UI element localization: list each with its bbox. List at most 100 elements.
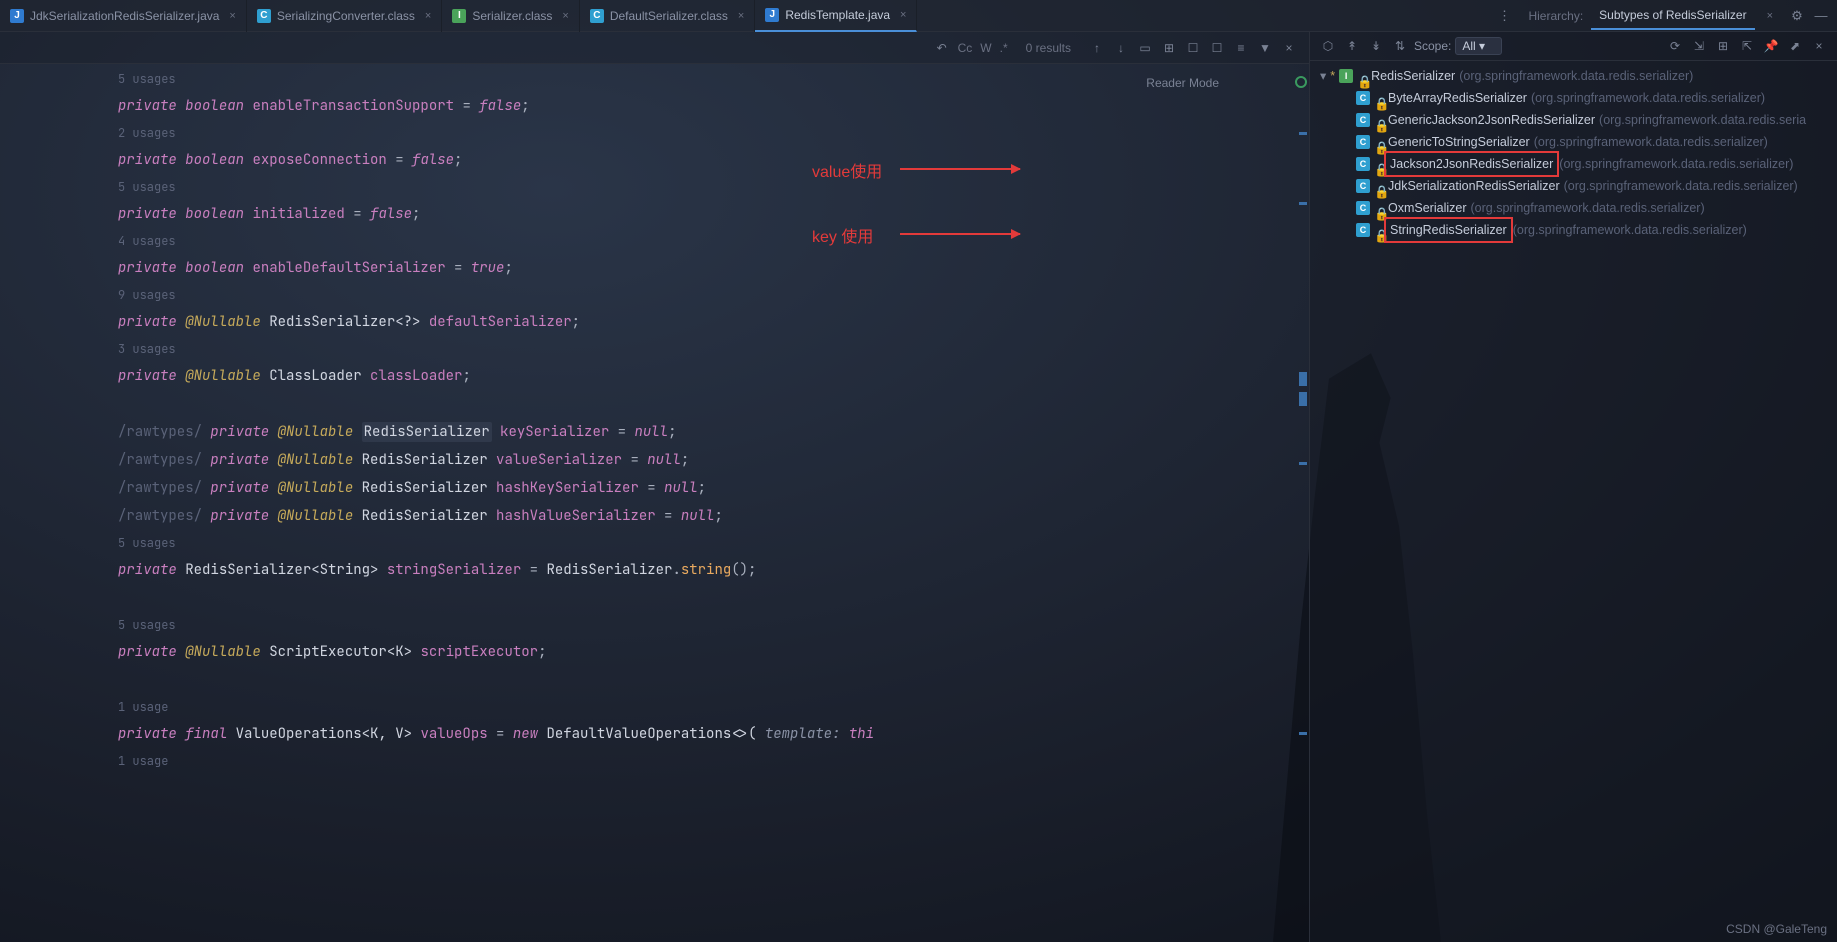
tree-node[interactable]: C🔒 JdkSerializationRedisSerializer (org.… bbox=[1316, 175, 1831, 197]
autoscroll-icon[interactable]: ⇲ bbox=[1689, 36, 1709, 56]
close-icon[interactable]: × bbox=[425, 10, 431, 22]
next-match-icon[interactable]: ↓ bbox=[1113, 40, 1129, 56]
usage-hint: 5 usages bbox=[48, 174, 1309, 200]
lock-icon: 🔒 bbox=[1374, 137, 1384, 147]
usage-hint: 5 usages bbox=[48, 612, 1309, 638]
editor-pane: ↶ Cc W .* 0 results ↑ ↓ ▭ ⊞ ☐ ☐ ≡ ▼ × Re… bbox=[0, 32, 1309, 942]
close-icon[interactable]: × bbox=[1809, 36, 1829, 56]
annotation-arrow bbox=[900, 233, 1020, 235]
tree-node[interactable]: C🔒 StringRedisSerializer (org.springfram… bbox=[1316, 219, 1831, 241]
lock-icon: 🔒 bbox=[1374, 159, 1384, 169]
hierarchy-toolbar: ⬡ ↟ ↡ ⇅ Scope: All ▾ ⟳ ⇲ ⊞ ⇱ 📌 ⬈ × bbox=[1310, 32, 1837, 61]
lock-icon: 🔒 bbox=[1374, 225, 1384, 235]
class-icon: C bbox=[1356, 201, 1370, 215]
match-case-toggle[interactable]: Cc bbox=[958, 41, 973, 55]
scope-dropdown[interactable]: All ▾ bbox=[1455, 37, 1502, 55]
tab-serializer[interactable]: ISerializer.class× bbox=[442, 0, 579, 32]
undo-icon[interactable]: ↶ bbox=[934, 40, 950, 56]
usage-hint: 3 usages bbox=[48, 336, 1309, 362]
hierarchy-tree: ▾ * I 🔒 RedisSerializer (org.springframe… bbox=[1310, 61, 1837, 245]
class-icon: C bbox=[1356, 91, 1370, 105]
chevron-down-icon: ▾ bbox=[1320, 65, 1326, 87]
open-new-icon[interactable]: ⬈ bbox=[1785, 36, 1805, 56]
subtypes-icon[interactable]: ↡ bbox=[1366, 36, 1386, 56]
inspection-ok-icon bbox=[1295, 76, 1307, 88]
class-icon: C bbox=[1356, 223, 1370, 237]
class-file-icon: C bbox=[257, 9, 271, 23]
usage-hint: 9 usages bbox=[48, 282, 1309, 308]
close-find-icon[interactable]: × bbox=[1281, 40, 1297, 56]
tree-node[interactable]: C🔒 GenericJackson2JsonRedisSerializer (o… bbox=[1316, 109, 1831, 131]
tree-node[interactable]: C🔒 OxmSerializer (org.springframework.da… bbox=[1316, 197, 1831, 219]
close-icon[interactable]: × bbox=[900, 9, 906, 21]
toggle2-icon[interactable]: ☐ bbox=[1209, 40, 1225, 56]
lock-icon: 🔒 bbox=[1374, 181, 1384, 191]
interface-icon: I bbox=[1339, 69, 1353, 83]
toggle-icon[interactable]: ☐ bbox=[1185, 40, 1201, 56]
find-toolbar: ↶ Cc W .* 0 results ↑ ↓ ▭ ⊞ ☐ ☐ ≡ ▼ × bbox=[0, 32, 1309, 64]
hierarchy-prefix: Hierarchy: bbox=[1528, 9, 1583, 23]
class-hierarchy-icon[interactable]: ⬡ bbox=[1318, 36, 1338, 56]
expand-icon[interactable]: ⊞ bbox=[1713, 36, 1733, 56]
results-count: 0 results bbox=[1026, 41, 1071, 55]
interface-file-icon: I bbox=[452, 9, 466, 23]
minimize-icon[interactable]: — bbox=[1813, 8, 1829, 24]
lock-icon: 🔒 bbox=[1374, 93, 1384, 103]
tree-node[interactable]: C🔒 ByteArrayRedisSerializer (org.springf… bbox=[1316, 87, 1831, 109]
tree-node[interactable]: C🔒 GenericToStringSerializer (org.spring… bbox=[1316, 131, 1831, 153]
pin-icon[interactable]: 📌 bbox=[1761, 36, 1781, 56]
annotation-arrow bbox=[900, 168, 1020, 170]
prev-match-icon[interactable]: ↑ bbox=[1089, 40, 1105, 56]
reader-mode-badge[interactable]: Reader Mode bbox=[1146, 76, 1219, 90]
filter-icon[interactable]: ▼ bbox=[1257, 40, 1273, 56]
sort-icon[interactable]: ⇅ bbox=[1390, 36, 1410, 56]
line-gutter bbox=[0, 64, 48, 942]
close-icon[interactable]: × bbox=[1767, 10, 1773, 22]
more-tabs-icon[interactable]: ⋮ bbox=[1496, 8, 1512, 24]
java-file-icon: J bbox=[10, 9, 24, 23]
gear-icon[interactable]: ⚙ bbox=[1789, 8, 1805, 24]
usage-hint: 1 usage bbox=[48, 694, 1309, 720]
tree-node[interactable]: C🔒 Jackson2JsonRedisSerializer (org.spri… bbox=[1316, 153, 1831, 175]
tab-redistemplate[interactable]: JRedisTemplate.java× bbox=[755, 0, 917, 32]
code-area[interactable]: 5 usages private boolean enableTransacti… bbox=[48, 64, 1309, 942]
annotation-value-label: value使用 bbox=[812, 158, 882, 182]
tab-defaultserializer[interactable]: CDefaultSerializer.class× bbox=[580, 0, 756, 32]
class-file-icon: C bbox=[590, 9, 604, 23]
refresh-icon[interactable]: ⟳ bbox=[1665, 36, 1685, 56]
close-icon[interactable]: × bbox=[229, 10, 235, 22]
lock-icon: 🔒 bbox=[1374, 203, 1384, 213]
usage-hint: 5 usages bbox=[48, 530, 1309, 556]
regex-toggle[interactable]: .* bbox=[1000, 41, 1008, 55]
class-icon: C bbox=[1356, 157, 1370, 171]
select-all-icon[interactable]: ▭ bbox=[1137, 40, 1153, 56]
hierarchy-title[interactable]: Subtypes of RedisSerializer bbox=[1591, 2, 1754, 30]
tab-serializingconverter[interactable]: CSerializingConverter.class× bbox=[247, 0, 443, 32]
watermark: CSDN @GaleTeng bbox=[1726, 922, 1827, 936]
error-stripe[interactable] bbox=[1295, 72, 1309, 942]
words-toggle[interactable]: W bbox=[980, 41, 991, 55]
class-icon: C bbox=[1356, 113, 1370, 127]
hierarchy-pane: ⬡ ↟ ↡ ⇅ Scope: All ▾ ⟳ ⇲ ⊞ ⇱ 📌 ⬈ × ▾ * I bbox=[1309, 32, 1837, 942]
add-selection-icon[interactable]: ⊞ bbox=[1161, 40, 1177, 56]
lock-icon: 🔒 bbox=[1374, 115, 1384, 125]
tab-jdkserializer[interactable]: JJdkSerializationRedisSerializer.java× bbox=[0, 0, 247, 32]
usage-hint: 1 usage bbox=[48, 748, 1309, 774]
java-file-icon: J bbox=[765, 8, 779, 22]
close-icon[interactable]: × bbox=[738, 10, 744, 22]
editor-tabbar: JJdkSerializationRedisSerializer.java× C… bbox=[0, 0, 1837, 32]
close-icon[interactable]: × bbox=[562, 10, 568, 22]
export-icon[interactable]: ⇱ bbox=[1737, 36, 1757, 56]
class-icon: C bbox=[1356, 135, 1370, 149]
scope-label: Scope: bbox=[1414, 39, 1451, 53]
usage-hint: 4 usages bbox=[48, 228, 1309, 254]
tree-root[interactable]: ▾ * I 🔒 RedisSerializer (org.springframe… bbox=[1316, 65, 1831, 87]
modified-icon: * bbox=[1330, 65, 1335, 87]
lock-icon: 🔒 bbox=[1357, 71, 1367, 81]
usage-hint: 5 usages bbox=[48, 66, 1309, 92]
annotation-key-label: key 使用 bbox=[812, 223, 873, 247]
class-icon: C bbox=[1356, 179, 1370, 193]
usage-hint: 2 usages bbox=[48, 120, 1309, 146]
settings-icon[interactable]: ≡ bbox=[1233, 40, 1249, 56]
supertypes-icon[interactable]: ↟ bbox=[1342, 36, 1362, 56]
